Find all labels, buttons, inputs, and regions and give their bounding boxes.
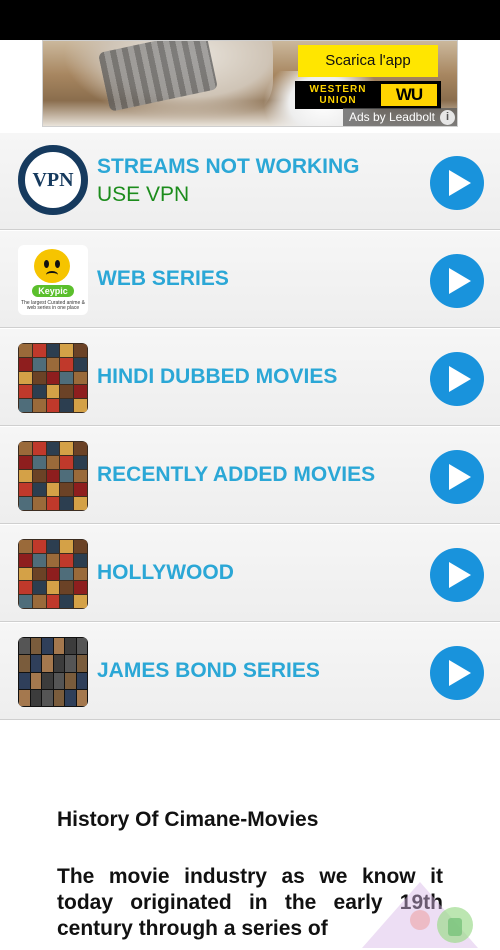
info-icon[interactable]: i bbox=[440, 110, 455, 125]
status-bar bbox=[0, 0, 500, 40]
category-list: VPN STREAMS NOT WORKING USE VPN Keypic T… bbox=[0, 132, 500, 720]
play-icon bbox=[448, 464, 471, 490]
list-item-streams-not-working[interactable]: VPN STREAMS NOT WORKING USE VPN bbox=[0, 132, 500, 230]
sad-face-icon bbox=[34, 249, 70, 283]
list-item-title-text: WEB SERIES bbox=[97, 267, 229, 290]
play-button[interactable] bbox=[430, 646, 484, 700]
list-item-title-text: RECENTLY ADDED MOVIES bbox=[97, 463, 376, 486]
list-item-title: HINDI DUBBED MOVIES bbox=[97, 329, 410, 425]
list-item-title-text: HOLLYWOOD bbox=[97, 561, 234, 584]
western-union-text: WESTERN UNION bbox=[309, 84, 367, 106]
movie-posters-thumbnail bbox=[18, 539, 88, 609]
play-icon bbox=[448, 562, 471, 588]
play-button[interactable] bbox=[430, 254, 484, 308]
list-item-title: HOLLYWOOD bbox=[97, 525, 410, 621]
vpn-logo-text: VPN bbox=[32, 169, 74, 191]
play-button[interactable] bbox=[430, 352, 484, 406]
vpn-logo: VPN bbox=[18, 145, 88, 215]
list-item-recently-added-movies[interactable]: RECENTLY ADDED MOVIES bbox=[0, 426, 500, 524]
list-item-title-text: STREAMS NOT WORKING bbox=[97, 155, 360, 178]
wu-logo-mark: WU bbox=[381, 84, 437, 106]
movie-posters-thumbnail bbox=[18, 343, 88, 413]
list-item-hindi-dubbed-movies[interactable]: HINDI DUBBED MOVIES bbox=[0, 328, 500, 426]
list-item-hollywood[interactable]: HOLLYWOOD bbox=[0, 524, 500, 622]
list-item-title-text: JAMES BOND SERIES bbox=[97, 659, 320, 682]
list-item-james-bond-series[interactable]: JAMES BOND SERIES bbox=[0, 622, 500, 720]
list-item-subtitle: USE VPN bbox=[97, 183, 190, 206]
ad-cta-button[interactable]: Scarica l'app bbox=[298, 45, 438, 77]
thumb-tagline: The largest Curated anime & web series i… bbox=[21, 300, 85, 311]
play-button[interactable] bbox=[430, 156, 484, 210]
list-item-title: JAMES BOND SERIES bbox=[97, 623, 410, 719]
history-heading: History Of Cimane-Movies bbox=[57, 808, 319, 831]
play-icon bbox=[448, 366, 471, 392]
play-icon bbox=[448, 660, 471, 686]
watermark-icon bbox=[362, 882, 478, 948]
list-item-title-text: HINDI DUBBED MOVIES bbox=[97, 365, 338, 388]
list-item-title: RECENTLY ADDED MOVIES bbox=[97, 427, 410, 523]
play-icon bbox=[448, 268, 471, 294]
list-item-title: WEB SERIES bbox=[97, 231, 410, 327]
play-icon bbox=[448, 170, 471, 196]
thumb-brand: Keypic bbox=[32, 285, 74, 297]
movie-posters-thumbnail bbox=[18, 441, 88, 511]
list-item-title: STREAMS NOT WORKING USE VPN bbox=[97, 133, 410, 229]
list-item-web-series[interactable]: Keypic The largest Curated anime & web s… bbox=[0, 230, 500, 328]
play-button[interactable] bbox=[430, 450, 484, 504]
play-button[interactable] bbox=[430, 548, 484, 602]
bond-posters-thumbnail bbox=[18, 637, 88, 707]
web-series-thumbnail: Keypic The largest Curated anime & web s… bbox=[18, 245, 88, 315]
western-union-logo: WESTERN UNION WU bbox=[295, 81, 441, 109]
ad-banner[interactable]: Scarica l'app WESTERN UNION WU Ads by Le… bbox=[42, 40, 458, 127]
